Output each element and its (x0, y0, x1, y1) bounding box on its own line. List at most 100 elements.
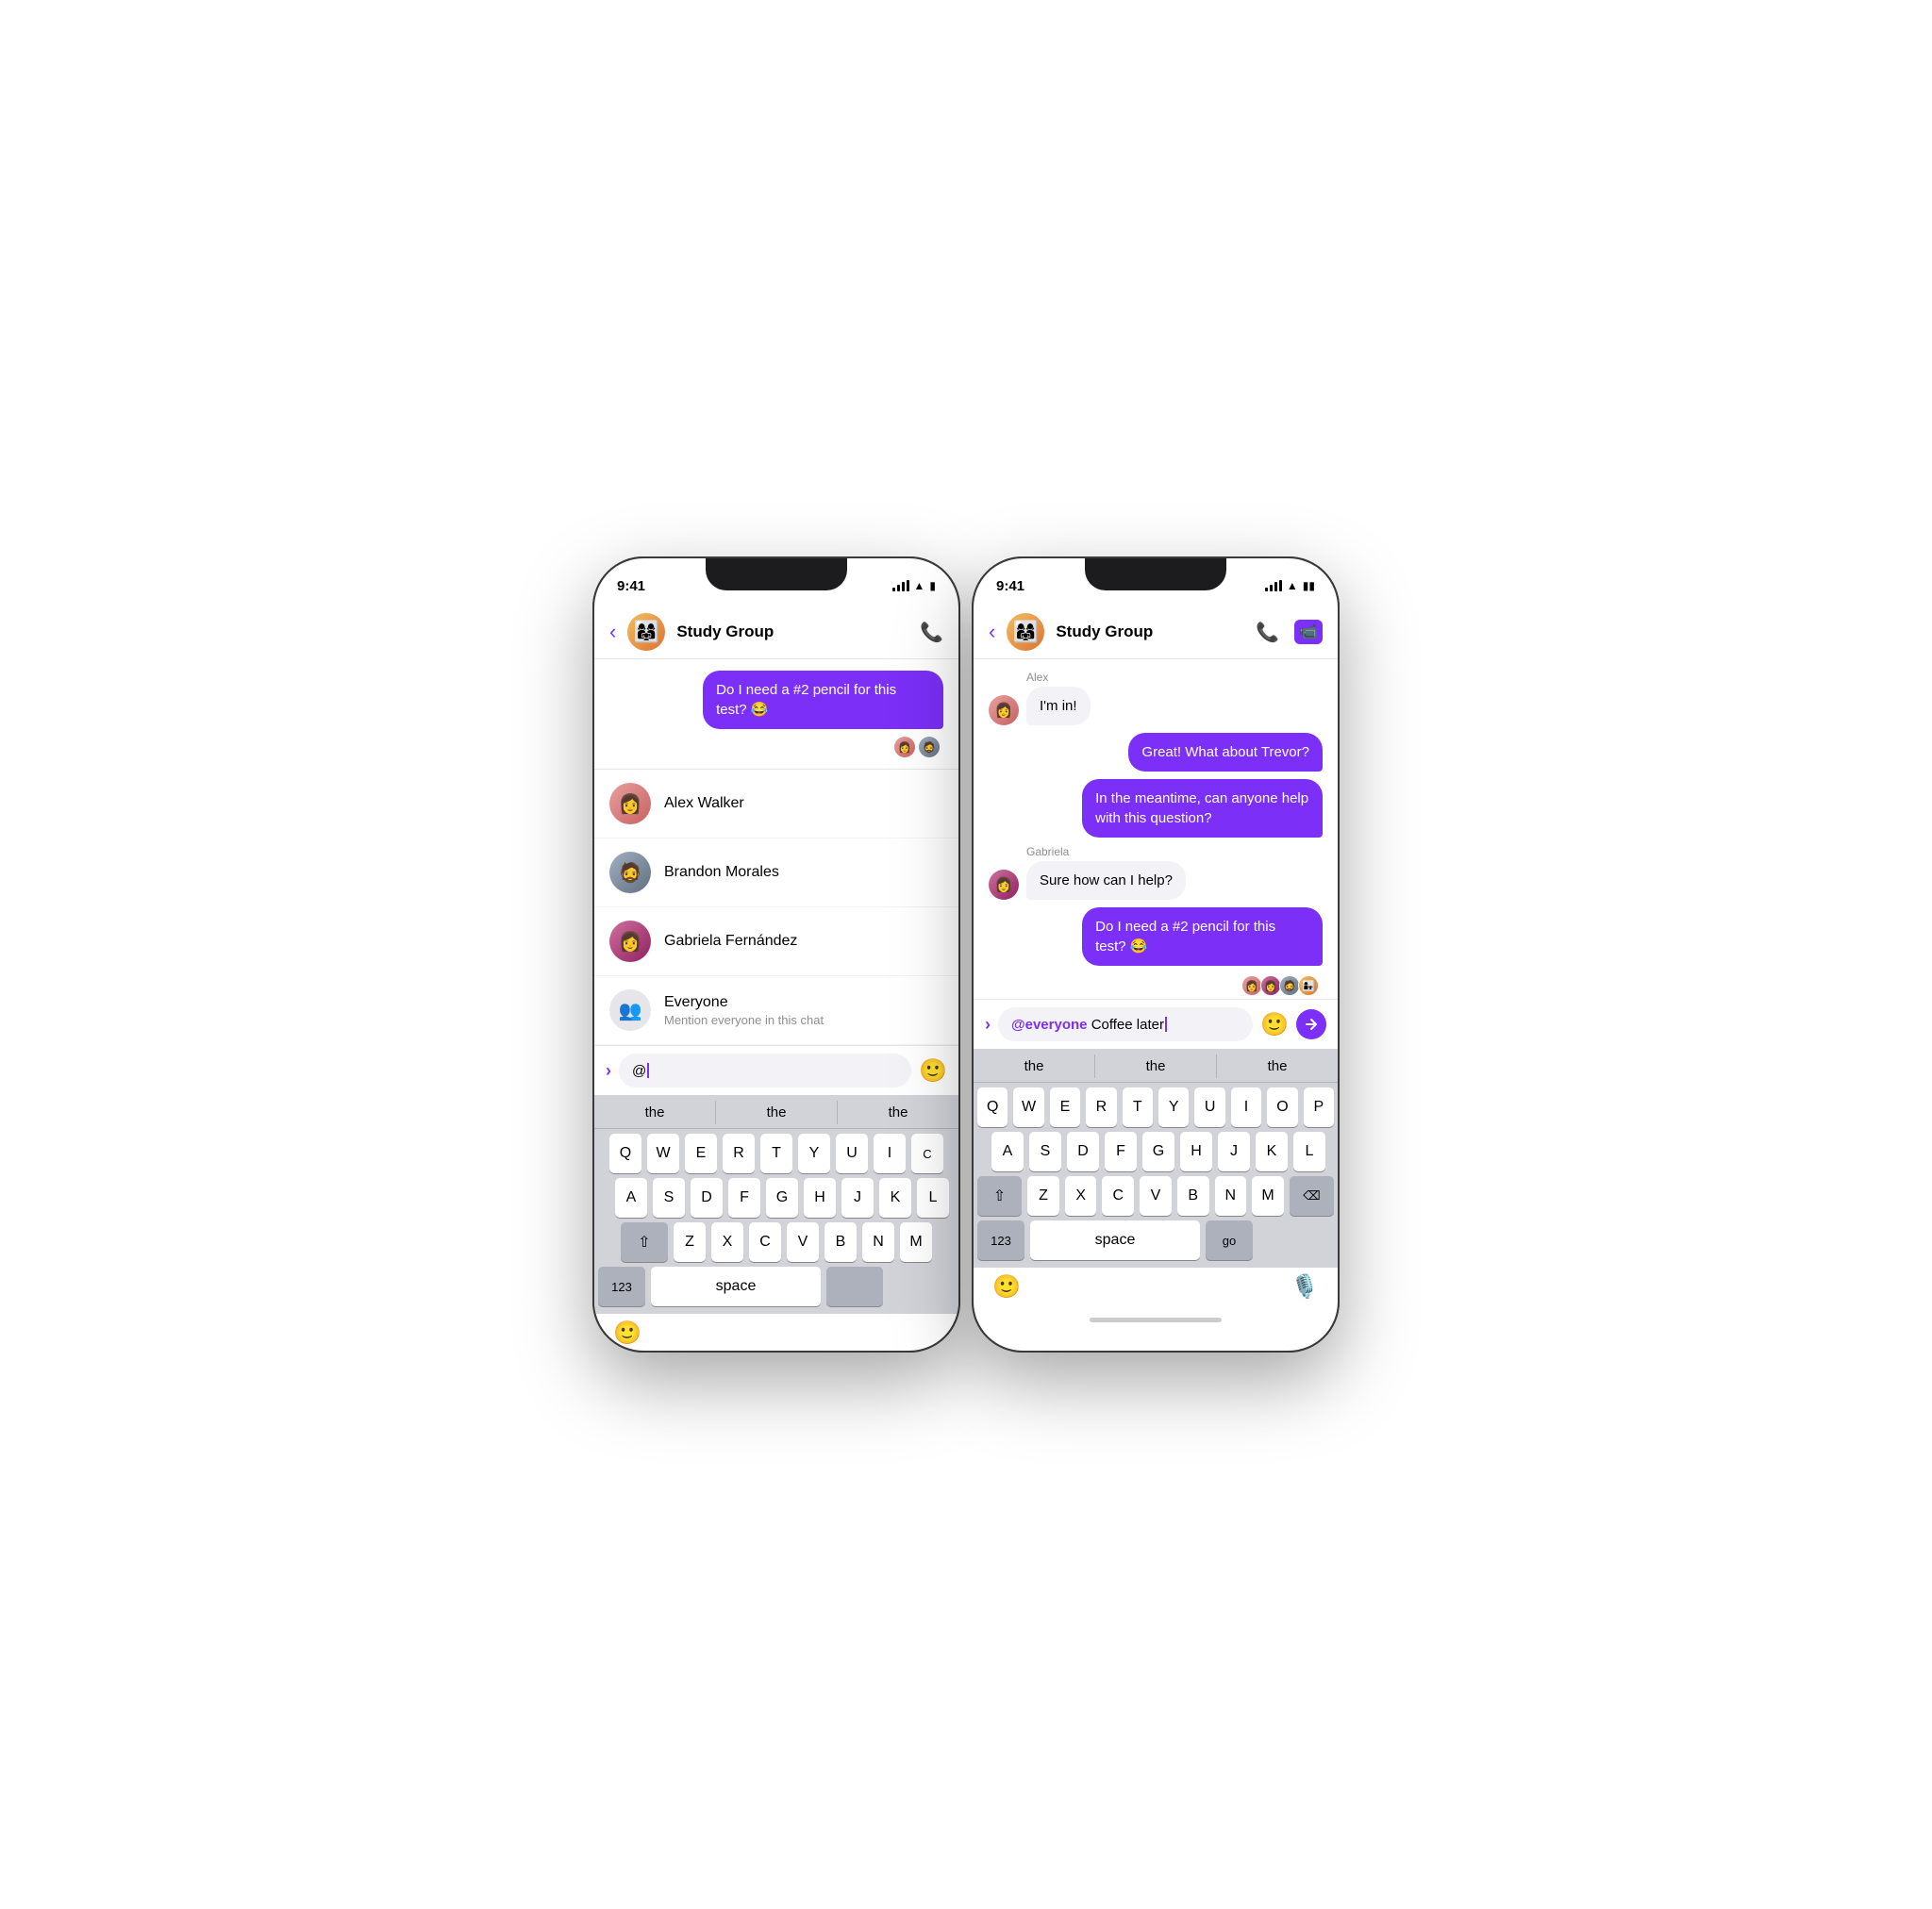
smiley-bottom-icon-1[interactable]: 🙂 (613, 1320, 641, 1347)
key2-x[interactable]: X (1065, 1176, 1097, 1216)
key2-v[interactable]: V (1140, 1176, 1172, 1216)
key-z[interactable]: Z (674, 1222, 706, 1262)
key-f[interactable]: F (728, 1178, 760, 1218)
key-space[interactable]: space (651, 1267, 821, 1306)
key2-w[interactable]: W (1013, 1087, 1043, 1127)
key-return[interactable] (826, 1267, 883, 1306)
phone-call-icon-1[interactable]: 📞 (920, 621, 943, 644)
smiley-bottom-icon-2[interactable]: 🙂 (992, 1273, 1021, 1301)
phone-call-icon-2[interactable]: 📞 (1256, 621, 1279, 644)
key2-d[interactable]: D (1067, 1132, 1099, 1171)
key-a[interactable]: A (615, 1178, 647, 1218)
home-indicator-2 (1090, 1318, 1222, 1322)
key-x[interactable]: X (711, 1222, 743, 1262)
key-row-1: Q W E R T Y U I C (594, 1129, 958, 1173)
key2-t[interactable]: T (1123, 1087, 1153, 1127)
emoji-button-2[interactable]: 🙂 (1260, 1011, 1289, 1038)
key2-o[interactable]: O (1267, 1087, 1297, 1127)
key2-a[interactable]: A (991, 1132, 1024, 1171)
key2-j[interactable]: J (1218, 1132, 1250, 1171)
key-q[interactable]: Q (609, 1134, 641, 1173)
key2-e[interactable]: E (1050, 1087, 1080, 1127)
mention-item-brandon[interactable]: 🧔 Brandon Morales (594, 838, 958, 907)
key2-shift[interactable]: ⇧ (977, 1176, 1022, 1216)
key2-123[interactable]: 123 (977, 1220, 1024, 1260)
status-time-1: 9:41 (617, 578, 645, 594)
suggestion-2b[interactable]: the (1095, 1054, 1217, 1078)
key2-u[interactable]: U (1194, 1087, 1224, 1127)
wifi-icon-2: ▲ (1287, 579, 1298, 592)
key-c-cut[interactable]: C (911, 1134, 943, 1173)
key-j[interactable]: J (841, 1178, 874, 1218)
cursor-1 (647, 1063, 649, 1078)
suggestion-1c[interactable]: the (838, 1101, 958, 1124)
key2-space[interactable]: space (1030, 1220, 1200, 1260)
send-button-2[interactable] (1296, 1009, 1326, 1039)
key-u[interactable]: U (836, 1134, 868, 1173)
key-m[interactable]: M (900, 1222, 932, 1262)
gabriela-avatar-msg: 👩 (989, 870, 1019, 900)
bottom-icons-1: 🙂 (594, 1314, 958, 1351)
key-k[interactable]: K (879, 1178, 911, 1218)
expand-icon-2[interactable]: › (985, 1015, 991, 1035)
signal-icon-1 (892, 580, 909, 591)
bubble-help: In the meantime, can anyone help with th… (1082, 779, 1323, 838)
key2-k[interactable]: K (1256, 1132, 1288, 1171)
key-t[interactable]: T (760, 1134, 792, 1173)
mention-item-everyone[interactable]: 👥 Everyone Mention everyone in this chat (594, 976, 958, 1045)
key-123[interactable]: 123 (598, 1267, 645, 1306)
chat-title-2: Study Group (1056, 622, 1244, 641)
key-c[interactable]: C (749, 1222, 781, 1262)
suggestion-2c[interactable]: the (1217, 1054, 1338, 1078)
key-v[interactable]: V (787, 1222, 819, 1262)
back-button-2[interactable]: ‹ (989, 622, 995, 642)
mention-item-gabriela[interactable]: 👩 Gabriela Fernández (594, 907, 958, 976)
key-y[interactable]: Y (798, 1134, 830, 1173)
message-outgoing-help: In the meantime, can anyone help with th… (989, 779, 1323, 838)
suggestion-1b[interactable]: the (716, 1101, 838, 1124)
key2-q[interactable]: Q (977, 1087, 1008, 1127)
key-r[interactable]: R (723, 1134, 755, 1173)
key-d[interactable]: D (691, 1178, 723, 1218)
key-l[interactable]: L (917, 1178, 949, 1218)
message-input-1[interactable]: @ (619, 1054, 911, 1087)
key-i[interactable]: I (874, 1134, 906, 1173)
suggestion-2a[interactable]: the (974, 1054, 1095, 1078)
key2-g[interactable]: G (1142, 1132, 1174, 1171)
key2-n[interactable]: N (1215, 1176, 1247, 1216)
key-w[interactable]: W (647, 1134, 679, 1173)
key-n[interactable]: N (862, 1222, 894, 1262)
key2-m[interactable]: M (1252, 1176, 1284, 1216)
key2-f[interactable]: F (1105, 1132, 1137, 1171)
mic-bottom-icon-2[interactable]: 🎙️ (1291, 1273, 1319, 1301)
key2-l[interactable]: L (1293, 1132, 1325, 1171)
key2-p[interactable]: P (1304, 1087, 1334, 1127)
key-h[interactable]: H (804, 1178, 836, 1218)
key2-y[interactable]: Y (1158, 1087, 1189, 1127)
key-b[interactable]: B (824, 1222, 857, 1262)
chat-area-1: Do I need a #2 pencil for this test? 😂 👩… (594, 659, 958, 769)
key-g[interactable]: G (766, 1178, 798, 1218)
stack-avatar-3: 🧔 (1279, 975, 1300, 996)
group-avatar-2: 👩‍👩‍👧 (1007, 613, 1044, 651)
emoji-button-1[interactable]: 🙂 (919, 1057, 947, 1085)
message-input-2[interactable]: @everyone Coffee later (998, 1007, 1253, 1041)
key2-b[interactable]: B (1177, 1176, 1209, 1216)
key2-go[interactable]: go (1206, 1220, 1253, 1260)
key2-h[interactable]: H (1180, 1132, 1212, 1171)
mention-item-alex[interactable]: 👩 Alex Walker (594, 770, 958, 838)
key2-i[interactable]: I (1231, 1087, 1261, 1127)
key2-c[interactable]: C (1102, 1176, 1134, 1216)
key2-s[interactable]: S (1029, 1132, 1061, 1171)
key2-r[interactable]: R (1086, 1087, 1116, 1127)
video-call-icon-2[interactable]: 📹 (1294, 620, 1323, 644)
back-button-1[interactable]: ‹ (609, 622, 616, 642)
bubble-trevor: Great! What about Trevor? (1128, 733, 1323, 772)
key-s[interactable]: S (653, 1178, 685, 1218)
key2-z[interactable]: Z (1027, 1176, 1059, 1216)
key-shift[interactable]: ⇧ (621, 1222, 668, 1262)
key-e[interactable]: E (685, 1134, 717, 1173)
suggestion-1a[interactable]: the (594, 1101, 716, 1124)
expand-icon-1[interactable]: › (606, 1061, 611, 1081)
key2-delete[interactable]: ⌫ (1290, 1176, 1334, 1216)
